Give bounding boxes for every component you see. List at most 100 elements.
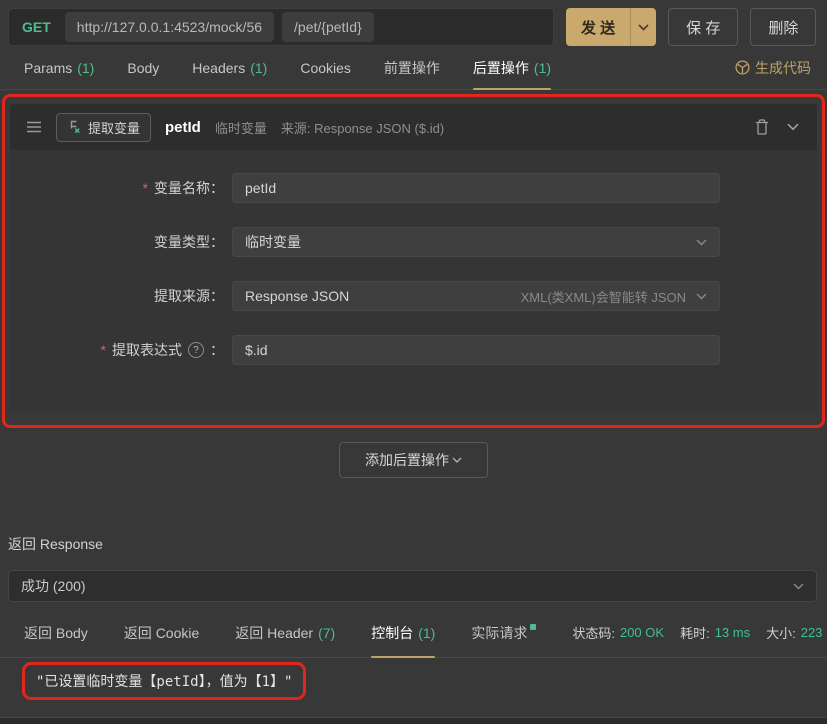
tab-count: (1) bbox=[77, 60, 94, 76]
selected-value: 临时变量 bbox=[245, 232, 301, 252]
selected-value: Response JSON bbox=[245, 288, 349, 304]
post-operation-card-body: * 变量名称： 变量类型： 临时变量 提 bbox=[10, 150, 817, 411]
console-output-row: "已设置临时变量【petId】，值为【1】" bbox=[0, 658, 827, 700]
help-icon[interactable]: ? bbox=[188, 342, 204, 358]
variable-source-summary: 来源: Response JSON ($.id) bbox=[281, 118, 444, 137]
extract-variable-icon bbox=[67, 120, 81, 134]
send-button[interactable]: 发 送 bbox=[566, 8, 630, 46]
tab-label: 控制台 bbox=[371, 623, 413, 643]
variable-type-label: 变量类型： bbox=[10, 232, 224, 252]
generate-code-button[interactable]: 生成代码 bbox=[735, 58, 811, 78]
form-row-extract-source: 提取来源： Response JSON XML(类XML)会智能转 JSON bbox=[10, 281, 817, 311]
tab-console[interactable]: 控制台 (1) bbox=[371, 608, 435, 657]
form-row-variable-name: * 变量名称： bbox=[10, 173, 817, 203]
request-bar: GET http://127.0.0.1:4523/mock/56 /pet/{… bbox=[8, 8, 817, 46]
tab-headers[interactable]: Headers (1) bbox=[192, 46, 267, 89]
extract-source-select[interactable]: Response JSON XML(类XML)会智能转 JSON bbox=[232, 281, 720, 311]
variable-name-label: * 变量名称： bbox=[10, 178, 224, 198]
response-case-select[interactable]: 成功 (200) bbox=[8, 570, 817, 602]
form-row-extract-expression: * 提取表达式 ? ： bbox=[10, 335, 817, 365]
tab-response-header[interactable]: 返回 Header (7) bbox=[235, 608, 335, 657]
tab-label: 实际请求 bbox=[471, 623, 527, 643]
badge-label: 提取变量 bbox=[88, 118, 140, 137]
generate-code-label: 生成代码 bbox=[755, 58, 811, 78]
request-tabs: Params (1) Body Headers (1) Cookies 前置操作… bbox=[0, 46, 827, 90]
tab-label: 后置操作 bbox=[473, 58, 529, 78]
tab-cookies[interactable]: Cookies bbox=[300, 46, 351, 89]
label-text: 提取来源： bbox=[154, 286, 224, 306]
actual-request-dot bbox=[530, 624, 536, 630]
extract-expression-input[interactable] bbox=[232, 335, 720, 365]
add-post-operation-button[interactable]: 添加后置操作 bbox=[339, 442, 488, 478]
path-field[interactable]: /pet/{petId} bbox=[282, 12, 374, 42]
tab-label: 返回 Cookie bbox=[124, 623, 199, 643]
send-dropdown-button[interactable] bbox=[630, 8, 656, 46]
required-mark: * bbox=[101, 342, 106, 358]
annotation-box-console: "已设置临时变量【petId】，值为【1】" bbox=[22, 662, 306, 700]
metric-label: 大小: bbox=[766, 623, 796, 642]
add-action-row: 添加后置操作 bbox=[0, 442, 827, 478]
base-url-field[interactable]: http://127.0.0.1:4523/mock/56 bbox=[65, 12, 274, 42]
annotation-box-extractor: 提取变量 petId 临时变量 来源: Response JSON ($.id)… bbox=[2, 94, 825, 428]
variable-name-title: petId bbox=[165, 119, 201, 136]
source-hint-text: XML(类XML)会智能转 JSON bbox=[521, 287, 696, 306]
response-section-title: 返回 Response bbox=[8, 534, 819, 554]
tab-label: Cookies bbox=[300, 60, 351, 76]
tab-label: Body bbox=[127, 60, 159, 76]
variable-type-select[interactable]: 临时变量 bbox=[232, 227, 720, 257]
tab-label: 返回 Header bbox=[235, 623, 313, 643]
variable-name-input[interactable] bbox=[232, 173, 720, 203]
extract-source-label: 提取来源： bbox=[10, 286, 224, 306]
chevron-down-icon bbox=[787, 123, 799, 131]
save-button[interactable]: 保 存 bbox=[668, 8, 738, 46]
tab-response-body[interactable]: 返回 Body bbox=[24, 608, 88, 657]
form-row-variable-type: 变量类型： 临时变量 bbox=[10, 227, 817, 257]
tab-count: (7) bbox=[318, 625, 335, 641]
tab-count: (1) bbox=[250, 60, 267, 76]
metric-label: 状态码: bbox=[572, 623, 615, 642]
duration-value: 13 ms bbox=[715, 625, 750, 640]
add-post-operation-label: 添加后置操作 bbox=[365, 450, 449, 470]
send-button-group: 发 送 bbox=[566, 8, 656, 46]
drag-handle-icon[interactable] bbox=[26, 121, 42, 133]
response-metrics: 状态码: 200 OK 耗时: 13 ms 大小: 223 B bbox=[572, 623, 827, 642]
extract-variable-badge[interactable]: 提取变量 bbox=[56, 113, 151, 142]
tab-count: (1) bbox=[418, 625, 435, 641]
url-group: GET http://127.0.0.1:4523/mock/56 /pet/{… bbox=[8, 8, 554, 46]
status-code-metric: 状态码: 200 OK bbox=[572, 623, 664, 642]
tab-params[interactable]: Params (1) bbox=[24, 46, 94, 89]
required-mark: * bbox=[143, 180, 148, 196]
bottom-divider bbox=[0, 717, 827, 724]
tab-label: Params bbox=[24, 60, 72, 76]
trash-icon bbox=[755, 119, 769, 135]
variable-type-tag: 临时变量 bbox=[215, 118, 267, 137]
tab-pre-operations[interactable]: 前置操作 bbox=[384, 46, 440, 89]
chevron-down-icon bbox=[638, 24, 649, 31]
post-operation-card: 提取变量 petId 临时变量 来源: Response JSON ($.id)… bbox=[10, 104, 817, 411]
duration-metric: 耗时: 13 ms bbox=[680, 623, 750, 642]
tab-label: 前置操作 bbox=[384, 58, 440, 78]
collapse-card-button[interactable] bbox=[785, 121, 801, 133]
tab-count: (1) bbox=[534, 60, 551, 76]
size-metric: 大小: 223 B bbox=[766, 623, 827, 642]
label-text: 提取表达式 bbox=[112, 340, 182, 360]
chevron-down-icon bbox=[793, 583, 804, 590]
response-tabs: 返回 Body 返回 Cookie 返回 Header (7) 控制台 (1) … bbox=[0, 608, 827, 658]
http-method-label[interactable]: GET bbox=[12, 19, 65, 35]
generate-code-icon bbox=[735, 60, 750, 75]
tab-actual-request[interactable]: 实际请求 bbox=[471, 608, 536, 657]
tab-post-operations[interactable]: 后置操作 (1) bbox=[473, 46, 551, 89]
delete-operation-button[interactable] bbox=[753, 117, 771, 137]
chevron-down-icon bbox=[696, 239, 707, 246]
metric-label: 耗时: bbox=[680, 623, 710, 642]
label-text: 变量名称： bbox=[154, 178, 224, 198]
post-operation-card-header: 提取变量 petId 临时变量 来源: Response JSON ($.id) bbox=[10, 104, 817, 150]
tab-response-cookie[interactable]: 返回 Cookie bbox=[124, 608, 199, 657]
label-colon: ： bbox=[210, 340, 224, 360]
extract-expression-label: * 提取表达式 ? ： bbox=[10, 340, 224, 360]
label-text: 变量类型： bbox=[154, 232, 224, 252]
chevron-down-icon bbox=[452, 457, 462, 463]
tab-body[interactable]: Body bbox=[127, 46, 159, 89]
delete-button[interactable]: 删除 bbox=[750, 8, 816, 46]
status-code-value: 200 OK bbox=[620, 625, 664, 640]
